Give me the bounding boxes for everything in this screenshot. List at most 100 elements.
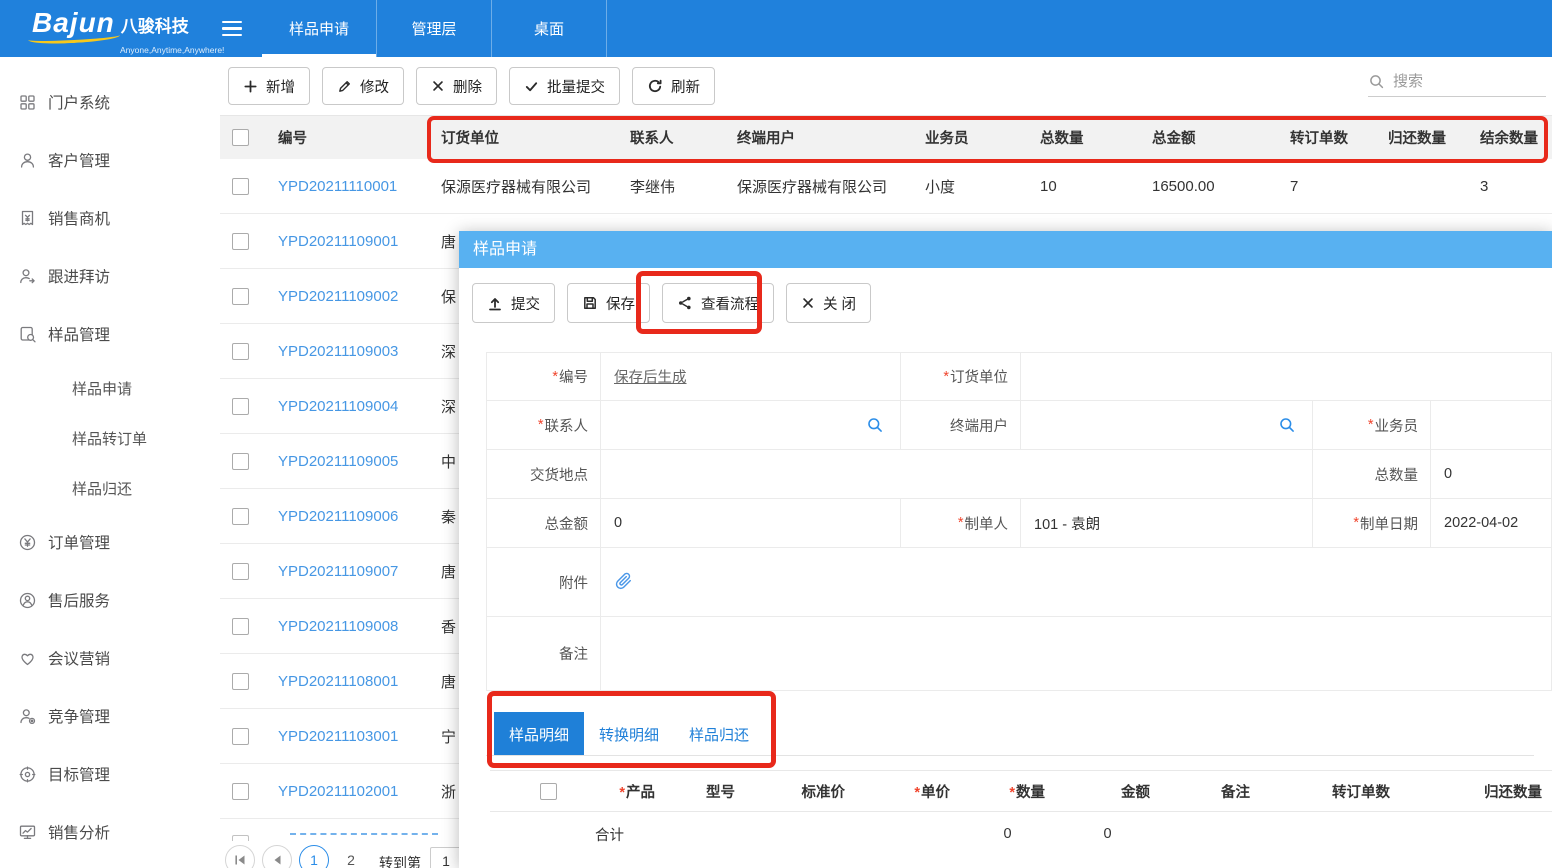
row-id-link[interactable]: YPD20211109004 <box>278 398 398 415</box>
delivery-place-field[interactable] <box>601 450 1313 499</box>
row-id-link[interactable]: YPD20211109008 <box>278 618 398 635</box>
select-all-checkbox[interactable] <box>232 129 249 146</box>
row-checkbox[interactable] <box>232 343 249 360</box>
row-id-link[interactable]: YPD20211109007 <box>278 563 398 580</box>
row-checkbox[interactable] <box>232 673 249 690</box>
contact-search-icon[interactable] <box>866 416 884 434</box>
column-header[interactable]: 转订单数 <box>1278 127 1376 148</box>
view-flow-button[interactable]: 查看流程 <box>662 283 774 323</box>
row-id-link[interactable]: YPD20211103001 <box>278 728 398 745</box>
row-checkbox[interactable] <box>232 783 249 800</box>
row-id-link[interactable]: YPD20211109003 <box>278 343 398 360</box>
make-date-field[interactable]: 2022-04-02 <box>1431 499 1552 548</box>
add-button[interactable]: 新增 <box>228 67 310 105</box>
paperclip-icon[interactable] <box>614 572 635 593</box>
batch-submit-button[interactable]: 批量提交 <box>509 67 620 105</box>
sidebar-item-targets[interactable]: 目标管理 <box>0 745 220 803</box>
sidebar-item-samples[interactable]: 样品管理 <box>0 305 220 363</box>
first-page-button[interactable] <box>225 845 255 868</box>
delete-button[interactable]: 删除 <box>416 67 497 105</box>
row-id-link[interactable]: YPD20211102001 <box>278 783 398 800</box>
sidebar-item-sample-return[interactable]: 样品归还 <box>0 463 220 513</box>
nav-tab-desktop[interactable]: 桌面 <box>492 0 607 57</box>
row-id-link[interactable]: YPD20211109005 <box>278 453 398 470</box>
sidebar-item-aftersales[interactable]: 售后服务 <box>0 571 220 629</box>
goto-page-input[interactable] <box>430 847 462 868</box>
row-checkbox[interactable] <box>232 835 249 841</box>
row-checkbox[interactable] <box>232 288 249 305</box>
row-id-link[interactable]: YPD20211108001 <box>278 673 398 690</box>
top-navbar: Bajun 八骏科技 Anyone,Anytime,Anywhere! 样品申请… <box>0 0 1552 57</box>
meeting-icon <box>18 649 37 668</box>
sidebar-item-sample-apply[interactable]: 样品申请 <box>0 363 220 413</box>
refresh-button[interactable]: 刷新 <box>632 67 715 105</box>
nav-tab-management[interactable]: 管理层 <box>377 0 492 57</box>
submit-button[interactable]: 提交 <box>472 283 555 323</box>
row-checkbox[interactable] <box>232 453 249 470</box>
row-checkbox[interactable] <box>232 178 249 195</box>
tabs-divider <box>486 755 1534 756</box>
row-checkbox[interactable] <box>232 728 249 745</box>
column-header[interactable]: 终端用户 <box>725 127 913 148</box>
column-header[interactable]: 总数量 <box>1028 127 1140 148</box>
column-header[interactable]: 归还数量 <box>1376 127 1468 148</box>
column-header[interactable]: 结余数量 <box>1468 127 1552 148</box>
column-header[interactable]: 总金额 <box>1140 127 1278 148</box>
row-checkbox[interactable] <box>232 508 249 525</box>
sidebar-item-sample-to-order[interactable]: 样品转订单 <box>0 413 220 463</box>
save-button[interactable]: 保存 <box>567 283 650 323</box>
menu-toggle-icon[interactable] <box>222 0 262 57</box>
sidebar-item-meetings[interactable]: 会议营销 <box>0 629 220 687</box>
opportunity-icon <box>18 209 37 228</box>
tab-sample-return[interactable]: 样品归还 <box>674 712 764 756</box>
row-id-link[interactable]: YPD20211109002 <box>278 288 398 305</box>
end-user-field[interactable] <box>1021 401 1313 450</box>
target-icon <box>18 765 37 784</box>
row-checkbox[interactable] <box>232 618 249 635</box>
edit-button[interactable]: 修改 <box>322 67 404 105</box>
column-header[interactable]: 业务员 <box>913 127 1028 148</box>
sidebar-item-collaboration[interactable]: 协同办公 <box>0 861 220 868</box>
total-amount-field: 0 <box>601 499 901 548</box>
sidebar-item-followup[interactable]: 跟进拜访 <box>0 247 220 305</box>
contact-field[interactable] <box>601 401 901 450</box>
row-id-link[interactable]: YPD20211109006 <box>278 508 398 525</box>
list-toolbar: 新增 修改 删除 批量提交 刷新 <box>220 57 1552 115</box>
column-header[interactable]: 订货单位 <box>429 127 618 148</box>
field-label-end-user: 终端用户 <box>901 401 1021 450</box>
order-unit-field[interactable] <box>1021 353 1552 401</box>
dialog-title: 样品申请 <box>459 231 1552 268</box>
tab-convert-detail[interactable]: 转换明细 <box>584 712 674 756</box>
close-button[interactable]: 关 闭 <box>786 283 871 323</box>
page-number-1[interactable]: 1 <box>299 845 329 868</box>
sidebar-item-orders[interactable]: 订单管理 <box>0 513 220 571</box>
row-checkbox[interactable] <box>232 233 249 250</box>
row-checkbox[interactable] <box>232 563 249 580</box>
sidebar-item-analysis[interactable]: 销售分析 <box>0 803 220 861</box>
maker-field[interactable]: 101 - 袁朗 <box>1021 499 1313 548</box>
column-header[interactable]: 编号 <box>266 127 429 148</box>
no-field[interactable]: 保存后生成 <box>601 353 901 401</box>
detail-column-header: 型号 <box>665 781 745 802</box>
remark-field[interactable] <box>601 617 1552 691</box>
end-user-search-icon[interactable] <box>1278 416 1296 434</box>
tab-sample-detail[interactable]: 样品明细 <box>494 712 584 756</box>
field-label-make-date: *制单日期 <box>1313 499 1431 548</box>
column-header[interactable]: 联系人 <box>618 127 725 148</box>
sidebar-item-portal[interactable]: 门户系统 <box>0 73 220 131</box>
row-id-link[interactable]: YPD20211110001 <box>278 178 397 195</box>
prev-page-button[interactable] <box>262 845 292 868</box>
list-header-row: 编号 订货单位 联系人 终端用户 业务员 总数量 总金额 转订单数 归还数量 结… <box>220 115 1552 159</box>
sidebar-item-opportunities[interactable]: 销售商机 <box>0 189 220 247</box>
page-number-2[interactable]: 2 <box>336 845 366 868</box>
sidebar-item-competition[interactable]: 竞争管理 <box>0 687 220 745</box>
clipped-row-id <box>290 833 438 835</box>
row-id-link[interactable]: YPD20211109001 <box>278 233 398 250</box>
nav-tab-sample-apply[interactable]: 样品申请 <box>262 0 377 57</box>
detail-select-all-checkbox[interactable] <box>540 783 557 800</box>
salesman-field[interactable] <box>1431 401 1552 450</box>
sidebar-item-customers[interactable]: 客户管理 <box>0 131 220 189</box>
upload-icon <box>487 295 503 311</box>
search-input[interactable] <box>1393 73 1523 90</box>
row-checkbox[interactable] <box>232 398 249 415</box>
